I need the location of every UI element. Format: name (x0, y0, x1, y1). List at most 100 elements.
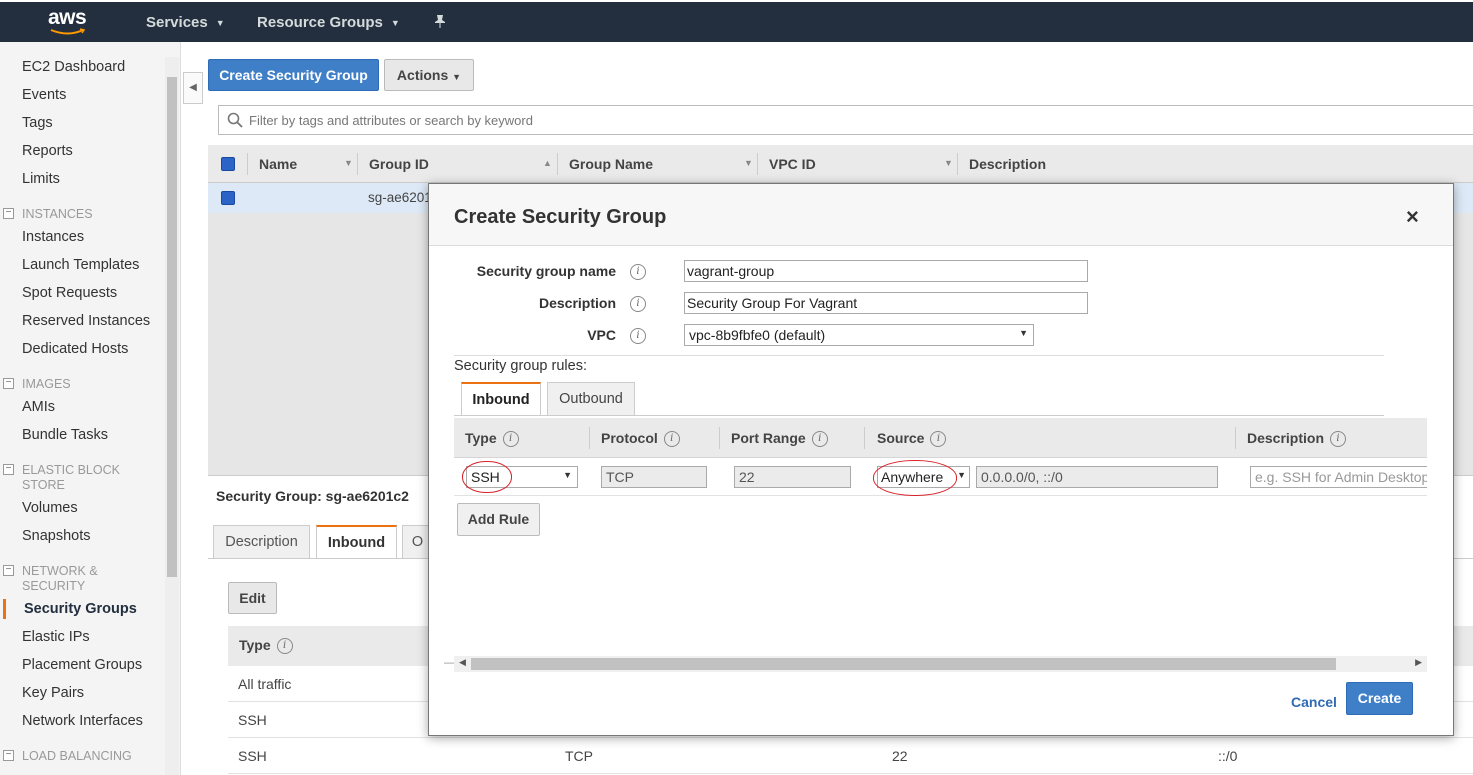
collapse-icon[interactable]: − (3, 464, 14, 475)
annotation-circle (462, 461, 512, 493)
scroll-left-icon[interactable]: ◀ (459, 657, 466, 668)
sidebar-item-reserved-instances[interactable]: Reserved Instances (22, 313, 150, 329)
sidebar-item-tags[interactable]: Tags (22, 115, 53, 131)
create-button[interactable]: Create (1346, 682, 1413, 715)
column-header-vpc-id[interactable]: VPC ID (769, 156, 816, 172)
column-header-name[interactable]: Name (259, 156, 297, 172)
sort-icon[interactable]: ▼ (744, 158, 753, 168)
sidebar-item-reports[interactable]: Reports (22, 143, 73, 159)
sort-ascending-icon[interactable]: ▲ (543, 158, 552, 168)
dropdown-arrow-icon: ▼ (1019, 328, 1028, 338)
column-header-description: Description i (1247, 430, 1347, 448)
scroll-right-icon[interactable]: ▶ (1415, 657, 1422, 668)
tab-inbound-rules[interactable]: Inbound (461, 382, 541, 416)
sidebar-item-elastic-ips[interactable]: Elastic IPs (22, 629, 90, 645)
add-rule-button[interactable]: Add Rule (457, 503, 540, 536)
sort-icon[interactable]: ▼ (344, 158, 353, 168)
collapse-sidebar-button[interactable]: ◀ (183, 72, 203, 104)
pin-icon[interactable] (434, 14, 446, 31)
top-navigation-bar: aws Services ▼ Resource Groups ▼ (0, 0, 1473, 42)
create-security-group-button[interactable]: Create Security Group (208, 59, 379, 91)
column-separator (757, 153, 758, 175)
info-icon[interactable]: i (1330, 431, 1347, 448)
sidebar-item-bundle-tasks[interactable]: Bundle Tasks (22, 427, 108, 443)
filter-search-input[interactable]: Filter by tags and attributes or search … (218, 105, 1473, 135)
horizontal-scrollbar-thumb[interactable] (471, 658, 1336, 670)
sidebar: EC2 Dashboard Events Tags Reports Limits… (0, 42, 181, 775)
collapse-icon[interactable]: − (3, 378, 14, 389)
actions-button[interactable]: Actions ▼ (384, 59, 474, 91)
chevron-left-icon: ◀ (189, 82, 197, 93)
rule-port-range-field: 22 (734, 466, 851, 488)
sidebar-section-network-security[interactable]: NETWORK & SECURITY (22, 564, 132, 594)
info-icon[interactable]: i (930, 431, 947, 448)
security-group-name-label: Security group name (476, 263, 616, 279)
rule-description-input[interactable]: e.g. SSH for Admin Desktop (1250, 466, 1427, 488)
description-input[interactable]: Security Group For Vagrant (684, 292, 1088, 314)
rule-type-cell: SSH (238, 712, 267, 728)
sidebar-item-volumes[interactable]: Volumes (22, 500, 78, 516)
services-menu[interactable]: Services ▼ (146, 14, 225, 31)
column-header-port-range: Port Range i (731, 430, 828, 448)
sidebar-item-spot-requests[interactable]: Spot Requests (22, 285, 117, 301)
sidebar-item-events[interactable]: Events (22, 87, 66, 103)
sidebar-scrollbar[interactable] (165, 57, 179, 775)
column-header-type: Type i (239, 637, 293, 655)
aws-logo[interactable]: aws (48, 6, 94, 40)
horizontal-scrollbar[interactable]: ◀ ▶ (454, 656, 1427, 672)
collapse-icon[interactable]: − (3, 208, 14, 219)
info-icon[interactable]: i (630, 295, 646, 313)
tab-outbound-rules[interactable]: Outbound (547, 382, 635, 416)
info-icon[interactable]: i (811, 431, 828, 448)
info-icon[interactable]: i (630, 263, 646, 281)
info-icon[interactable]: i (276, 638, 293, 655)
vpc-select[interactable]: vpc-8b9fbfe0 (default) ▼ (684, 324, 1034, 346)
dialog-title: Create Security Group (454, 206, 667, 228)
rule-source-cidr-field[interactable]: 0.0.0.0/0, ::/0 (976, 466, 1218, 488)
column-header-group-id[interactable]: Group ID (369, 156, 429, 172)
tab-inbound[interactable]: Inbound (316, 525, 397, 559)
sidebar-section-instances[interactable]: INSTANCES (22, 207, 132, 222)
sidebar-scrollbar-thumb[interactable] (167, 77, 177, 577)
chevron-down-icon: ▼ (452, 72, 462, 82)
sidebar-item-key-pairs[interactable]: Key Pairs (22, 685, 84, 701)
info-icon[interactable]: i (630, 327, 646, 345)
collapse-icon[interactable]: − (3, 565, 14, 576)
sidebar-item-ec2-dashboard[interactable]: EC2 Dashboard (22, 59, 125, 75)
collapse-icon[interactable]: − (3, 750, 14, 761)
sidebar-item-amis[interactable]: AMIs (22, 399, 55, 415)
sidebar-item-dedicated-hosts[interactable]: Dedicated Hosts (22, 341, 128, 357)
edit-button[interactable]: Edit (228, 582, 277, 614)
column-separator (719, 427, 720, 449)
column-header-description[interactable]: Description (969, 156, 1046, 172)
info-icon[interactable]: i (502, 431, 519, 448)
aws-smile-icon (50, 28, 86, 35)
details-title: Security Group: sg-ae6201c2 (216, 488, 409, 504)
sidebar-item-security-groups[interactable]: Security Groups (24, 601, 137, 617)
column-header-source: Source i (877, 430, 947, 448)
resource-groups-menu[interactable]: Resource Groups ▼ (257, 14, 400, 31)
security-group-name-input[interactable]: vagrant-group (684, 260, 1088, 282)
sidebar-item-network-interfaces[interactable]: Network Interfaces (22, 713, 143, 729)
vpc-label: VPC (587, 327, 616, 343)
tab-description[interactable]: Description (213, 525, 310, 559)
sidebar-section-elastic-block-store[interactable]: ELASTIC BLOCK STORE (22, 463, 132, 493)
rules-table-header: Type i Protocol i Port Range i Source i Desc… (454, 418, 1427, 458)
info-icon[interactable]: i (663, 431, 680, 448)
sidebar-section-load-balancing[interactable]: LOAD BALANCING (22, 749, 132, 764)
select-all-checkbox[interactable] (221, 157, 235, 171)
column-header-group-name[interactable]: Group Name (569, 156, 653, 172)
row-checkbox[interactable] (221, 191, 235, 205)
sidebar-item-launch-templates[interactable]: Launch Templates (22, 257, 139, 273)
sidebar-section-images[interactable]: IMAGES (22, 377, 132, 392)
chevron-down-icon: ▼ (390, 18, 400, 29)
sort-icon[interactable]: ▼ (944, 158, 953, 168)
create-security-group-dialog: Create Security Group × Security group n… (428, 183, 1454, 736)
sidebar-item-placement-groups[interactable]: Placement Groups (22, 657, 142, 673)
cancel-button[interactable]: Cancel (1291, 694, 1337, 710)
sidebar-item-snapshots[interactable]: Snapshots (22, 528, 91, 544)
close-icon[interactable]: × (1406, 204, 1419, 230)
sidebar-item-limits[interactable]: Limits (22, 171, 60, 187)
sidebar-item-instances[interactable]: Instances (22, 229, 84, 245)
column-separator (247, 153, 248, 175)
